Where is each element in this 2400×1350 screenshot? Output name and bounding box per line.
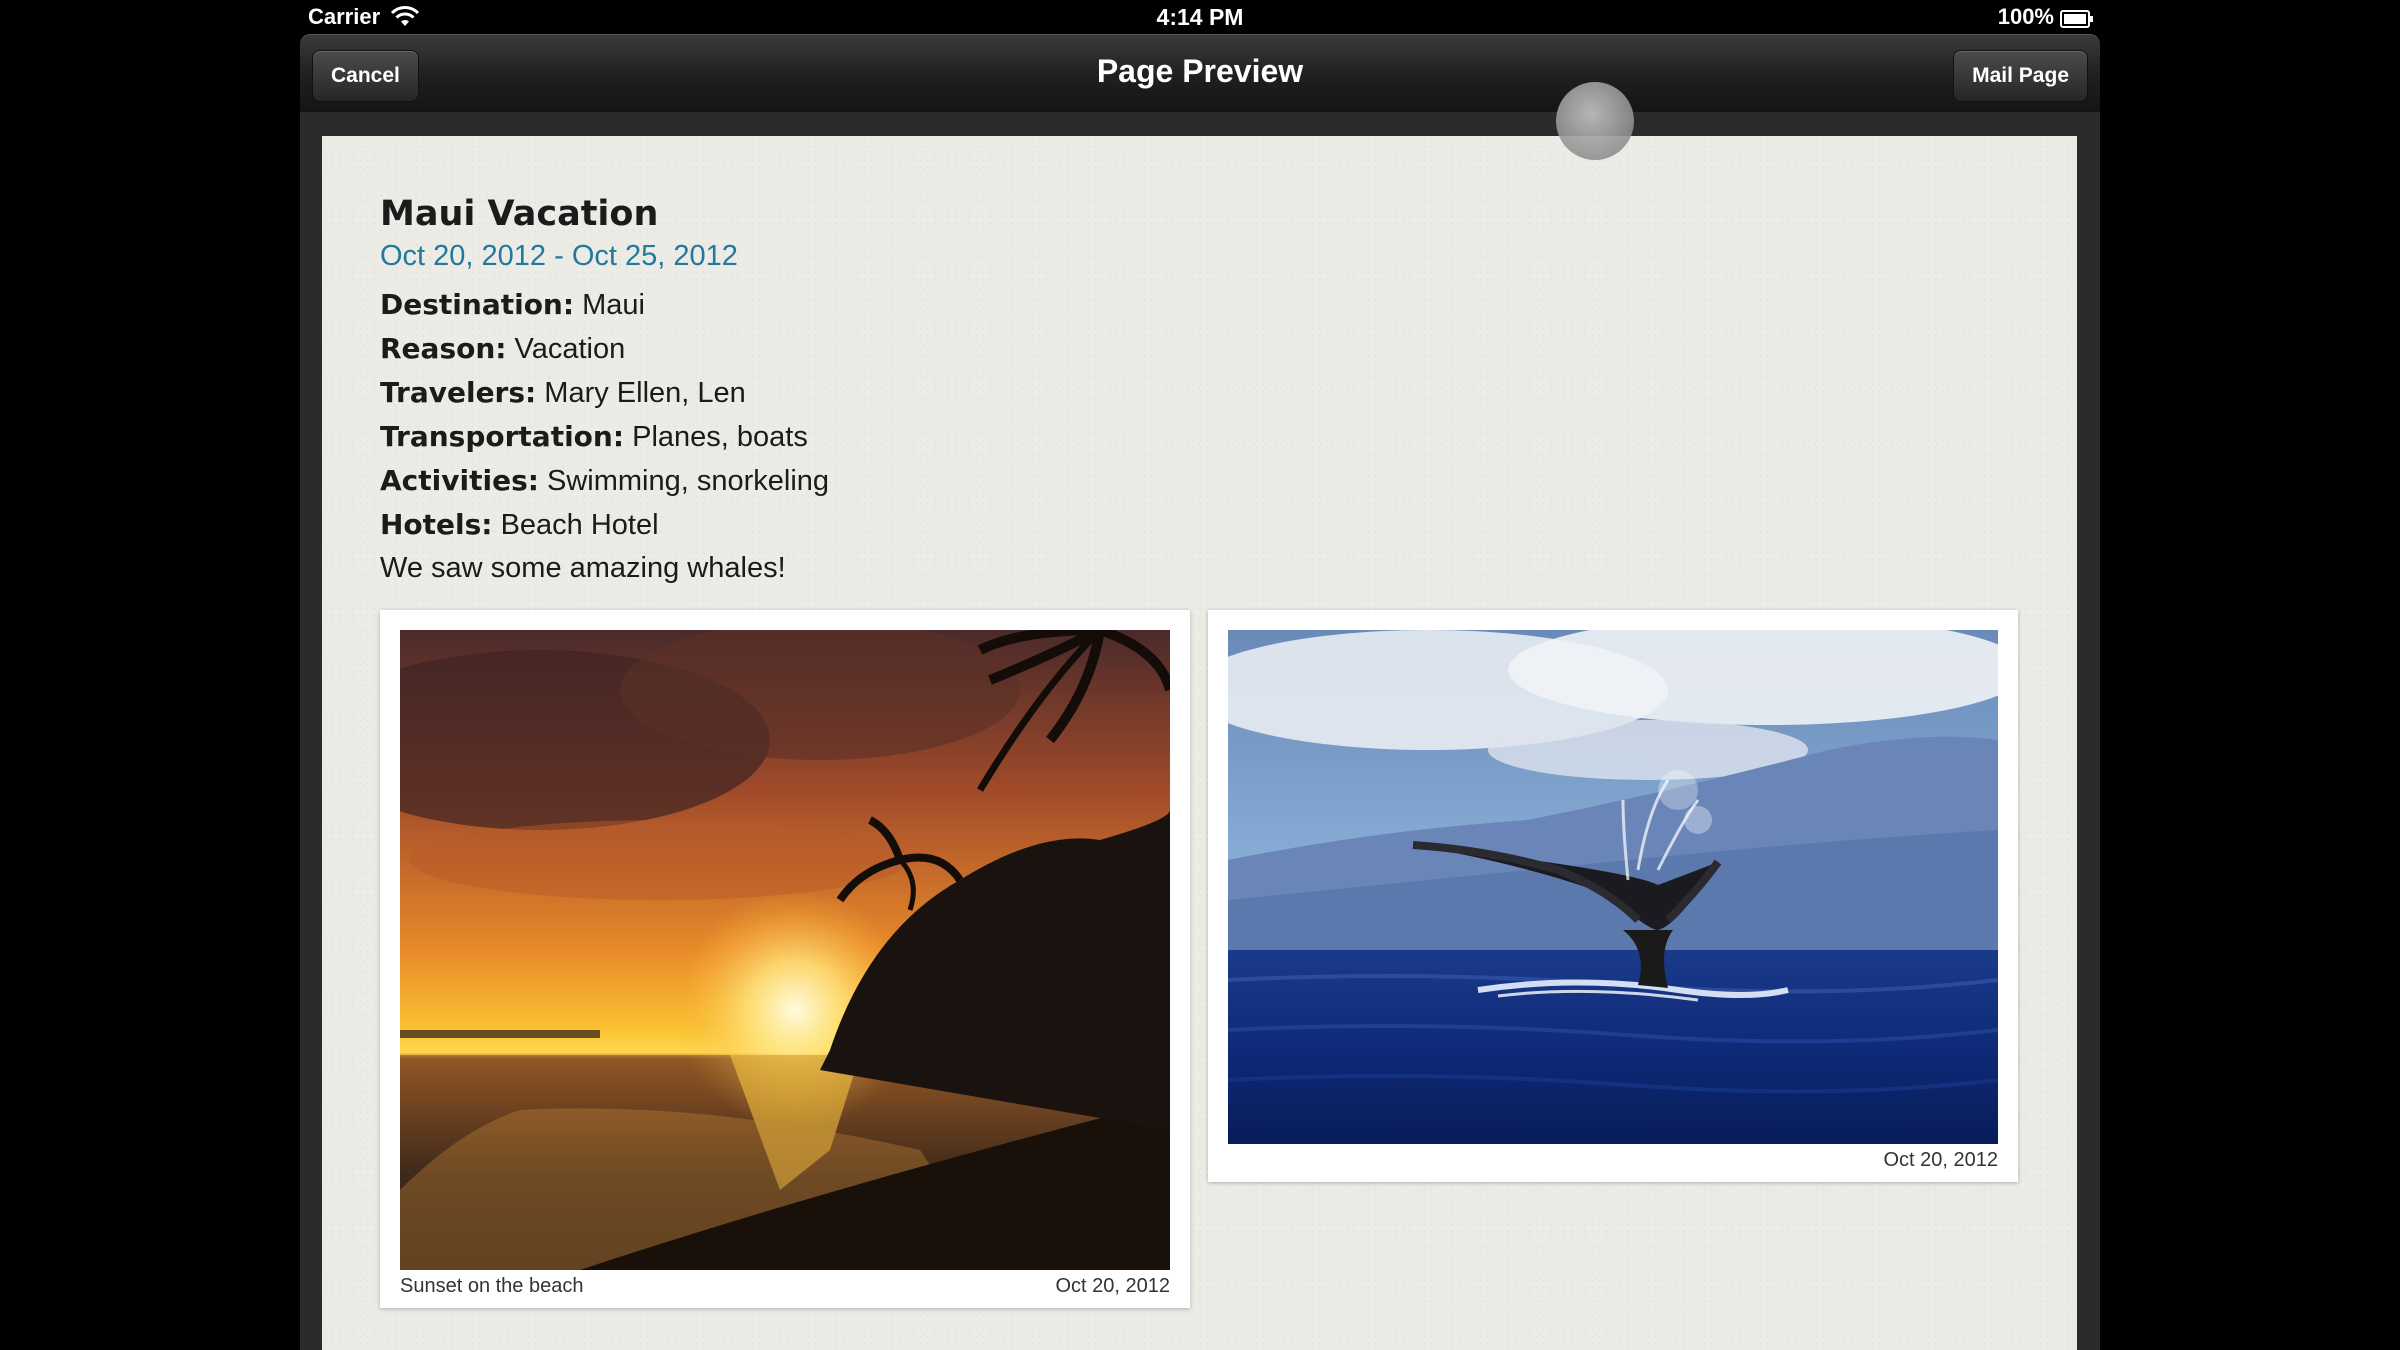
photo-date: Oct 20, 2012 <box>1883 1149 1998 1171</box>
field-reason: Reason: Vacation <box>380 327 829 371</box>
photo-caption: Sunset on the beach <box>400 1275 584 1297</box>
status-right: 100% <box>1998 4 2094 30</box>
field-label: Hotels: <box>380 508 493 541</box>
photo-card-whale[interactable]: Oct 20, 2012 <box>1208 610 2018 1182</box>
nav-bar: Cancel Page Preview Mail Page <box>300 34 2100 112</box>
status-bar: Carrier 4:14 PM 100% <box>300 0 2100 34</box>
field-label: Reason: <box>380 332 507 365</box>
field-value: Beach Hotel <box>500 509 659 541</box>
field-activities: Activities: Swimming, snorkeling <box>380 459 829 503</box>
mail-page-button[interactable]: Mail Page <box>1953 50 2088 102</box>
field-label: Activities: <box>380 464 539 497</box>
field-hotels: Hotels: Beach Hotel <box>380 503 829 547</box>
photo-card-sunset[interactable]: Sunset on the beach Oct 20, 2012 <box>380 610 1190 1308</box>
field-travelers: Travelers: Mary Ellen, Len <box>380 371 829 415</box>
battery-percent: 100% <box>1997 4 2054 29</box>
field-value: Vacation <box>514 333 626 365</box>
trip-title: Maui Vacation <box>380 194 659 234</box>
field-value: Mary Ellen, Len <box>544 377 746 409</box>
preview-page[interactable]: Maui Vacation Oct 20, 2012 - Oct 25, 201… <box>322 136 2077 1350</box>
touch-indicator <box>1556 82 1634 160</box>
field-label: Destination: <box>380 288 575 321</box>
field-destination: Destination: Maui <box>380 283 829 327</box>
battery-icon <box>2060 8 2094 28</box>
sunset-photo <box>400 630 1170 1270</box>
field-value: Swimming, snorkeling <box>547 465 830 497</box>
trip-details: Maui Vacation Oct 20, 2012 - Oct 25, 201… <box>380 194 829 590</box>
status-time: 4:14 PM <box>1156 4 1244 30</box>
field-value: Planes, boats <box>632 421 808 453</box>
photo-date: Oct 20, 2012 <box>1055 1275 1170 1297</box>
field-label: Travelers: <box>380 376 537 409</box>
whale-photo <box>1228 630 1998 1144</box>
trip-dates: Oct 20, 2012 - Oct 25, 2012 <box>380 240 738 272</box>
trip-note: We saw some amazing whales! <box>380 552 786 584</box>
app-screen: Carrier 4:14 PM 100% Cancel Page Preview… <box>0 0 2400 1350</box>
field-transportation: Transportation: Planes, boats <box>380 415 829 459</box>
page-title: Page Preview <box>1096 53 1304 89</box>
field-label: Transportation: <box>380 420 625 453</box>
field-value: Maui <box>582 289 645 321</box>
